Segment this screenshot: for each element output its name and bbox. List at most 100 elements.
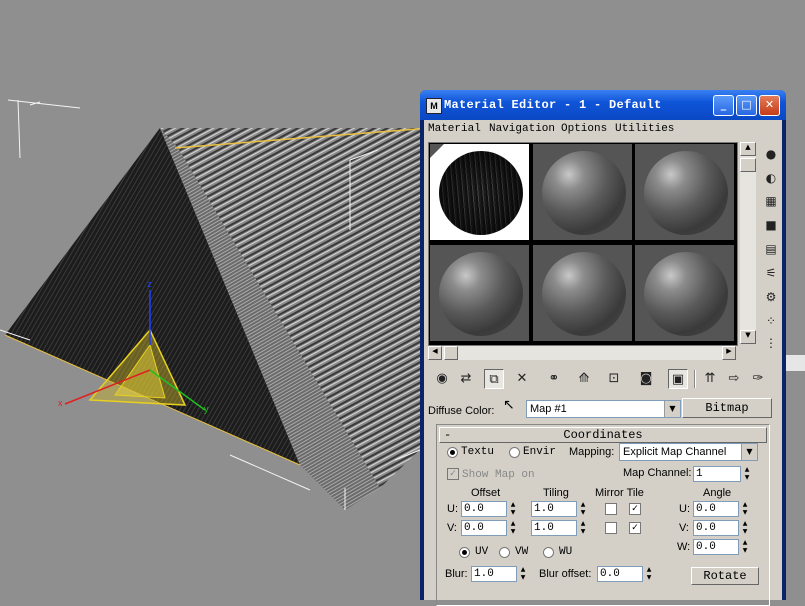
chevron-down-icon[interactable]: ▼	[741, 444, 757, 460]
spinner-arrows-icon[interactable]: ▲ ▼	[508, 501, 518, 517]
reset-map-icon[interactable]: ✕	[512, 369, 532, 389]
roof-model[interactable]	[0, 99, 431, 510]
rollout-header[interactable]: - Coordinates	[439, 427, 767, 443]
material-slot-2[interactable]	[533, 144, 632, 240]
w-angle-label: W:	[677, 541, 691, 553]
spinner-arrows-icon[interactable]: ▲ ▼	[578, 520, 588, 536]
blur-spinner[interactable]: 1.0 ▲ ▼	[471, 566, 525, 582]
menu-material[interactable]: Material	[428, 123, 481, 135]
menu-navigation[interactable]: Navigation	[489, 123, 555, 135]
mapping-dropdown[interactable]: Explicit Map Channel ▼	[619, 443, 758, 461]
uv-radio[interactable]	[459, 547, 470, 558]
vw-radio[interactable]	[499, 547, 510, 558]
material-slot-1[interactable]	[430, 144, 529, 240]
show-end-result-icon[interactable]: ▣	[668, 369, 688, 389]
scroll-up-arrow-icon[interactable]: ▲	[740, 142, 756, 156]
maximize-button[interactable]: □	[736, 95, 757, 116]
u-tiling-value: 1.0	[534, 503, 554, 515]
spinner-arrows-icon[interactable]: ▲ ▼	[518, 566, 528, 582]
title-bar[interactable]: M Material Editor - 1 - Default _ □ ✕	[420, 90, 786, 120]
make-preview-icon[interactable]: ⚟	[762, 264, 780, 282]
menu-utilities[interactable]: Utilities	[615, 123, 674, 135]
material-editor-window: M Material Editor - 1 - Default _ □ ✕ Ma…	[420, 90, 786, 606]
spinner-arrows-icon[interactable]: ▲ ▼	[644, 566, 654, 582]
sample-uv-tiling-icon[interactable]: ■	[762, 216, 780, 234]
u-mirror-checkbox[interactable]	[605, 503, 617, 515]
u-angle-label: U:	[679, 503, 690, 515]
material-effects-channel-icon[interactable]: ⊡	[604, 369, 624, 389]
editor-body: Material Navigation Options Utilities ▲ …	[424, 120, 782, 606]
u-offset-spinner[interactable]: 0.0 ▲ ▼	[461, 501, 515, 517]
spinner-arrows-icon[interactable]: ▲ ▼	[508, 520, 518, 536]
select-by-material-icon[interactable]: ⁘	[762, 312, 780, 330]
spinner-arrows-icon[interactable]: ▲ ▼	[578, 501, 588, 517]
w-angle-spinner[interactable]: 0.0 ▲ ▼	[693, 539, 747, 555]
close-button[interactable]: ✕	[759, 95, 780, 116]
minimize-button[interactable]: _	[713, 95, 734, 116]
collapse-icon[interactable]: -	[444, 428, 451, 442]
v-mirror-checkbox[interactable]	[605, 522, 617, 534]
video-color-check-icon[interactable]: ▤	[762, 240, 780, 258]
material-map-navigator-icon[interactable]: ⋮	[762, 334, 780, 352]
map-type-button[interactable]: Bitmap	[682, 398, 772, 418]
make-unique-icon[interactable]: ⚭	[544, 369, 564, 389]
blur-offset-spinner[interactable]: 0.0 ▲ ▼	[597, 566, 651, 582]
background-checker-icon[interactable]: ▦	[762, 192, 780, 210]
v-tile-checkbox[interactable]: ✓	[629, 522, 641, 534]
material-slot-4[interactable]	[430, 245, 529, 341]
v-angle-spinner[interactable]: 0.0 ▲ ▼	[693, 520, 747, 536]
scroll-thumb-h[interactable]	[444, 346, 458, 360]
v-label: V:	[447, 522, 457, 534]
sample-sphere	[542, 151, 626, 235]
show-map-on-checkbox[interactable]: ✓	[447, 468, 459, 480]
spinner-arrows-icon[interactable]: ▲ ▼	[740, 501, 750, 517]
texture-radio[interactable]	[447, 447, 458, 458]
menu-options[interactable]: Options	[561, 123, 607, 135]
coordinates-rollout: - Coordinates Textu Envir Mapping: Expli…	[436, 424, 770, 606]
put-to-library-icon[interactable]: ⟰	[574, 369, 594, 389]
material-slot-5[interactable]	[533, 245, 632, 341]
put-to-scene-icon[interactable]: ⇄	[456, 369, 476, 389]
go-to-parent-icon[interactable]: ⇈	[700, 369, 720, 389]
rotate-button[interactable]: Rotate	[691, 567, 759, 585]
sample-type-icon[interactable]: ●	[762, 145, 780, 163]
get-material-icon[interactable]: ◉	[432, 369, 452, 389]
assign-to-selection-icon[interactable]: ⧉	[484, 369, 504, 389]
show-map-on-label: Show Map on	[462, 469, 535, 481]
slots-vertical-scrollbar[interactable]: ▲ ▼	[740, 142, 756, 344]
u-tiling-spinner[interactable]: 1.0 ▲ ▼	[531, 501, 585, 517]
u-label: U:	[447, 503, 458, 515]
v-tiling-spinner[interactable]: 1.0 ▲ ▼	[531, 520, 585, 536]
spinner-arrows-icon[interactable]: ▲ ▼	[742, 466, 752, 482]
scroll-down-arrow-icon[interactable]: ▼	[740, 330, 756, 344]
angle-header: Angle	[703, 487, 732, 499]
slots-horizontal-scrollbar[interactable]: ◀ ▶	[428, 346, 736, 360]
pick-material-icon[interactable]: ✑	[748, 369, 768, 389]
mouse-cursor-icon: ↖	[503, 397, 515, 413]
scroll-left-arrow-icon[interactable]: ◀	[428, 346, 442, 360]
material-slot-6[interactable]	[635, 245, 734, 341]
show-map-in-viewport-icon[interactable]: ◙	[636, 369, 656, 389]
texture-label: Textu	[461, 446, 495, 458]
map-channel-spinner[interactable]: 1 ▲ ▼	[693, 466, 749, 482]
v-offset-spinner[interactable]: 0.0 ▲ ▼	[461, 520, 515, 536]
chevron-down-icon[interactable]: ▼	[664, 401, 680, 417]
map-name-dropdown[interactable]: Map #1 ▼	[526, 400, 681, 418]
backlight-icon[interactable]: ◐	[762, 169, 780, 187]
scroll-thumb[interactable]	[740, 158, 756, 172]
scroll-right-arrow-icon[interactable]: ▶	[722, 346, 736, 360]
map-channel-label: Map Channel:	[623, 467, 692, 479]
material-slot-3[interactable]	[635, 144, 734, 240]
environ-radio[interactable]	[509, 447, 520, 458]
environ-label: Envir	[523, 446, 557, 458]
options-icon[interactable]: ⚙	[762, 288, 780, 306]
w-angle-value: 0.0	[696, 541, 716, 553]
map-channel-value: 1	[696, 468, 703, 480]
v-offset-value: 0.0	[464, 522, 484, 534]
u-tile-checkbox[interactable]: ✓	[629, 503, 641, 515]
spinner-arrows-icon[interactable]: ▲ ▼	[740, 520, 750, 536]
wu-radio[interactable]	[543, 547, 554, 558]
u-angle-spinner[interactable]: 0.0 ▲ ▼	[693, 501, 747, 517]
spinner-arrows-icon[interactable]: ▲ ▼	[740, 539, 750, 555]
go-forward-sibling-icon[interactable]: ⇨	[724, 369, 744, 389]
